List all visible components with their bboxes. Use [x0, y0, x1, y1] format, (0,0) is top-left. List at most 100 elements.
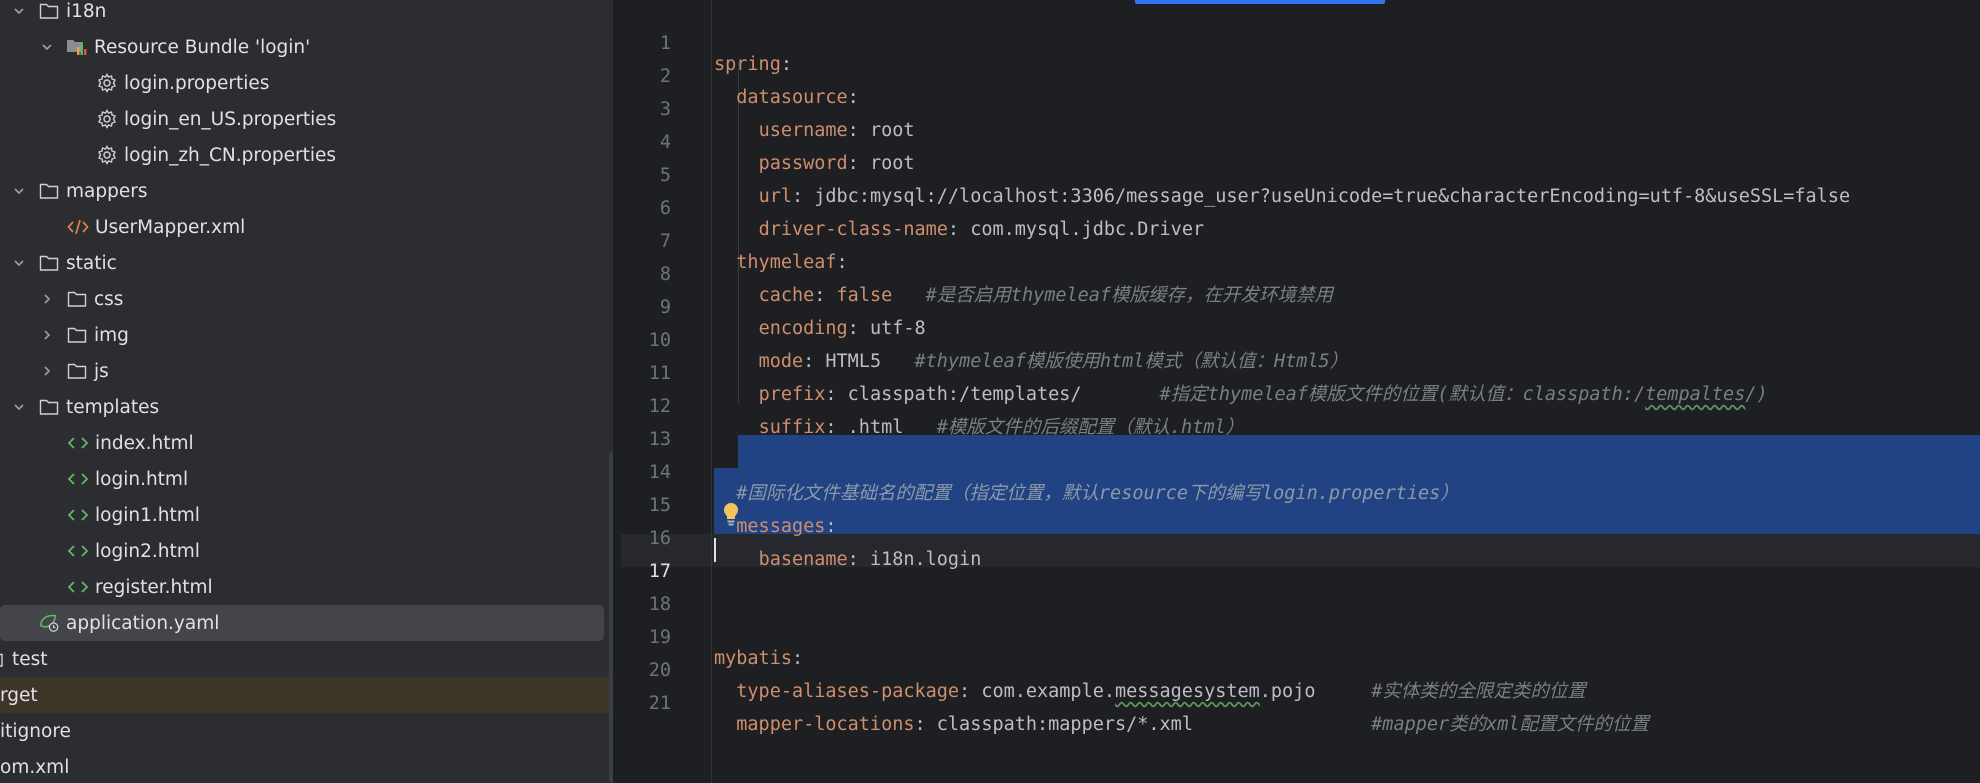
folder-icon — [38, 0, 60, 22]
tree-item-templates[interactable]: templates — [12, 389, 159, 425]
text-caret — [714, 538, 716, 562]
gear-icon — [96, 108, 118, 130]
folder-icon — [38, 252, 60, 274]
chevron-down-icon[interactable] — [40, 40, 54, 54]
tree-item-label: index.html — [95, 432, 194, 454]
tree-item-resource-bundle[interactable]: Resource Bundle 'login' — [40, 29, 310, 65]
tree-item-label: login.html — [95, 468, 189, 490]
folder-icon — [38, 396, 60, 418]
html-file-icon — [67, 540, 89, 562]
code-line-11: 11 prefix: classpath:/templates/ #指定thym… — [621, 336, 1980, 405]
tree-item-i18n[interactable]: i18n — [12, 0, 106, 29]
code-line-2: 2 datasource: — [621, 39, 1980, 108]
tree-item-label: login2.html — [95, 540, 200, 562]
tree-item-label: login_zh_CN.properties — [124, 144, 337, 166]
line-number: 21 — [648, 693, 671, 714]
chevron-down-icon[interactable] — [12, 256, 26, 270]
code-line-8: 8 cache: false #是否启用thymeleaf模版缓存，在开发环境禁… — [621, 237, 1980, 306]
folder-icon — [38, 180, 60, 202]
code-line-20: 20 type-aliases-package: com.example.mes… — [621, 633, 1980, 702]
tree-item-css[interactable]: css — [40, 281, 123, 317]
tree-item-img[interactable]: img — [40, 317, 129, 353]
folder-icon — [0, 648, 4, 670]
folder-icon — [66, 360, 88, 382]
tree-item-label: test — [12, 648, 48, 670]
tree-item-target[interactable]: rget — [0, 677, 613, 713]
code-line-12: 12 suffix: .html #模版文件的后缀配置（默认.html） — [621, 369, 1980, 438]
tree-item-label: login.properties — [124, 72, 270, 94]
tree-item-gitignore[interactable]: itignore — [0, 713, 71, 749]
tree-scrollbar[interactable] — [609, 452, 613, 783]
tree-item-label: img — [94, 324, 129, 346]
tree-item-label: om.xml — [0, 756, 70, 778]
html-file-icon — [67, 576, 89, 598]
code-line-7: 7 thymeleaf: — [621, 204, 1980, 273]
code-line-4: 4 password: root — [621, 105, 1980, 174]
html-file-icon — [67, 468, 89, 490]
tree-item-label: application.yaml — [66, 612, 220, 634]
code-line-10: 10 mode: HTML5 #thymeleaf模版使用html模式（默认值：… — [621, 303, 1980, 372]
chevron-right-icon[interactable] — [40, 292, 54, 306]
tree-item-login-html[interactable]: login.html — [67, 461, 188, 497]
tree-item-label: Resource Bundle 'login' — [94, 36, 311, 58]
tree-item-login-properties[interactable]: login.properties — [96, 65, 269, 101]
tree-item-login-en-us-properties[interactable]: login_en_US.properties — [96, 101, 336, 137]
tree-item-login-zh-cn-properties[interactable]: login_zh_CN.properties — [96, 137, 336, 173]
code-line-19: 19 mybatis: — [621, 600, 1980, 669]
spring-config-icon — [38, 612, 60, 634]
html-file-icon — [67, 432, 89, 454]
code-line-14: 14 #国际化文件基础名的配置（指定位置，默认resource下的编写login… — [621, 435, 1980, 504]
tree-item-mappers[interactable]: mappers — [12, 173, 147, 209]
yaml-comment: #mapper类的xml配置文件的位置 — [1371, 714, 1650, 735]
folder-icon — [66, 324, 88, 346]
code-line-21: 21 mapper-locations: classpath:mappers/*… — [621, 666, 1980, 735]
chevron-down-icon[interactable] — [12, 4, 26, 18]
xml-file-icon — [67, 216, 89, 238]
project-tree-panel: i18n Resource Bundle 'login' login.prope… — [0, 0, 613, 783]
tree-item-label: js — [94, 360, 109, 382]
tree-item-register-html[interactable]: register.html — [67, 569, 213, 605]
tree-item-label: mappers — [66, 180, 148, 202]
tree-item-label: i18n — [66, 0, 107, 22]
tree-item-index-html[interactable]: index.html — [67, 425, 194, 461]
tree-item-login2-html[interactable]: login2.html — [67, 533, 200, 569]
code-line-1: 1 spring: — [621, 6, 1980, 75]
code-line-13: 13 — [621, 402, 1980, 450]
code-line-18: 18 — [621, 567, 1980, 615]
code-line-3: 3 username: root — [621, 72, 1980, 141]
code-line-17: 17 — [621, 534, 1980, 582]
tree-item-usermapper-xml[interactable]: UserMapper.xml — [67, 209, 245, 245]
lightbulb-icon[interactable] — [723, 502, 739, 530]
gear-icon — [96, 72, 118, 94]
tree-item-label: register.html — [95, 576, 213, 598]
resource-bundle-icon — [66, 36, 88, 58]
tree-item-static[interactable]: static — [12, 245, 117, 281]
tree-item-label: UserMapper.xml — [95, 216, 246, 238]
tree-item-pom-xml[interactable]: om.xml — [0, 749, 69, 783]
chevron-down-icon[interactable] — [12, 184, 26, 198]
tree-item-label: css — [94, 288, 124, 310]
html-file-icon — [67, 504, 89, 526]
tree-item-application-yaml[interactable]: application.yaml — [0, 605, 604, 641]
code-line-15: 15 messages: — [621, 468, 1980, 537]
tree-item-label: login1.html — [95, 504, 200, 526]
folder-icon — [66, 288, 88, 310]
tree-item-label: rget — [0, 684, 38, 706]
tree-item-label: static — [66, 252, 117, 274]
chevron-right-icon[interactable] — [40, 328, 54, 342]
tree-item-label: templates — [66, 396, 160, 418]
chevron-right-icon[interactable] — [40, 364, 54, 378]
tree-item-label: itignore — [0, 720, 71, 742]
tree-item-js[interactable]: js — [40, 353, 109, 389]
code-line-16: 16 basename: i18n.login — [621, 501, 1980, 570]
code-line-6: 6 driver-class-name: com.mysql.jdbc.Driv… — [621, 171, 1980, 240]
tree-item-label: login_en_US.properties — [124, 108, 337, 130]
code-line-9: 9 encoding: utf-8 — [621, 270, 1980, 339]
editor-tab-indicator — [1135, 0, 1385, 4]
tree-item-login1-html[interactable]: login1.html — [67, 497, 200, 533]
code-line-5: 5 url: jdbc:mysql://localhost:3306/messa… — [621, 138, 1980, 207]
chevron-down-icon[interactable] — [12, 400, 26, 414]
gear-icon — [96, 144, 118, 166]
tree-item-test[interactable]: test — [0, 641, 48, 677]
yaml-value: classpath:mappers/*.xml — [925, 714, 1193, 735]
